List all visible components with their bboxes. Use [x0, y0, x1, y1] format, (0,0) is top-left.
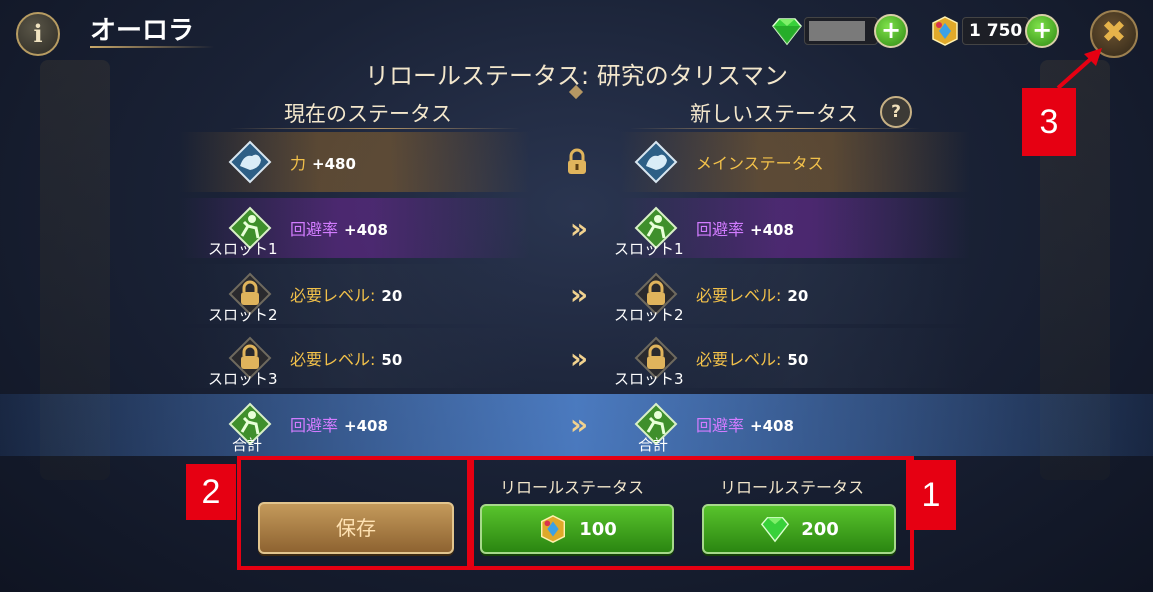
new-total-stat: 回避率 +408 合計	[634, 394, 914, 454]
plus-icon: +	[880, 16, 902, 44]
info-button[interactable]: i	[16, 12, 60, 56]
annotation-box-2	[237, 456, 471, 570]
crystal-amount-bar: 1 750	[962, 17, 1030, 45]
strength-icon	[634, 140, 678, 184]
strength-icon	[228, 140, 272, 184]
current-slot2-stat: 必要レベル: 20 スロット2	[208, 264, 508, 324]
current-main-stat: 力 +480	[228, 132, 508, 192]
stat-name: 回避率 +408	[696, 416, 794, 435]
gem-amount-hidden	[809, 21, 865, 41]
green-gem-icon	[772, 18, 802, 46]
stat-name: 回避率 +408	[290, 416, 388, 435]
current-total-stat: 回避率 +408 合計	[228, 394, 508, 454]
slot-label: スロット3	[614, 370, 684, 388]
question-icon: ?	[891, 102, 901, 122]
annotation-box-1	[470, 456, 914, 570]
new-stats-heading: 新しいステータス	[690, 102, 858, 126]
double-arrow-icon: »	[569, 342, 588, 375]
slot-label: スロット2	[614, 306, 684, 324]
gold-crystal-icon	[932, 16, 958, 46]
annotation-number-3: 3	[1022, 88, 1076, 156]
slot-label: 合計	[232, 436, 263, 454]
info-icon: i	[33, 19, 43, 48]
current-slot3-stat: 必要レベル: 50 スロット3	[208, 328, 508, 388]
lock-icon	[568, 148, 586, 174]
gem-amount-bar	[804, 17, 878, 45]
crystal-amount: 1 750	[969, 21, 1023, 41]
double-arrow-icon: »	[569, 278, 588, 311]
gem-currency: +	[770, 14, 908, 48]
annotation-number-2: 2	[186, 464, 236, 520]
new-main-stat: メインステータス	[634, 132, 914, 192]
stat-name: 必要レベル: 50	[696, 350, 809, 369]
new-slot1-stat: 回避率 +408 スロット1	[614, 198, 914, 258]
slot-label: スロット1	[208, 240, 278, 258]
add-crystals-button[interactable]: +	[1025, 14, 1060, 48]
help-button[interactable]: ?	[880, 96, 912, 128]
hero-name-title: オーロラ	[90, 16, 195, 46]
new-slot3-stat: 必要レベル: 50 スロット3	[614, 328, 914, 388]
plus-icon: +	[1032, 16, 1053, 44]
crystal-currency: 1 750 +	[928, 14, 1060, 48]
stat-name: 必要レベル: 20	[290, 286, 403, 305]
annotation-arrow	[1056, 48, 1102, 90]
double-arrow-icon: »	[569, 212, 588, 245]
new-slot2-stat: 必要レベル: 20 スロット2	[614, 264, 914, 324]
slot-label: スロット2	[208, 306, 278, 324]
heading-underline	[630, 128, 920, 129]
current-stats-heading: 現在のステータス	[284, 102, 452, 126]
heading-underline	[230, 128, 520, 129]
title-underline	[90, 46, 214, 48]
stat-name: 回避率 +408	[290, 220, 388, 239]
stat-name: 力 +480	[290, 154, 356, 173]
slot-label: スロット1	[614, 240, 684, 258]
stat-name: 回避率 +408	[696, 220, 794, 239]
annotation-number-1: 1	[906, 460, 956, 530]
stat-name: 必要レベル: 20	[696, 286, 809, 305]
double-arrow-icon: »	[569, 408, 588, 441]
slot-label: スロット3	[208, 370, 278, 388]
add-gems-button[interactable]: +	[874, 14, 908, 48]
stat-name: メインステータス	[696, 154, 824, 173]
stat-name: 必要レベル: 50	[290, 350, 403, 369]
current-slot1-stat: 回避率 +408 スロット1	[208, 198, 508, 258]
slot-label: 合計	[638, 436, 669, 454]
